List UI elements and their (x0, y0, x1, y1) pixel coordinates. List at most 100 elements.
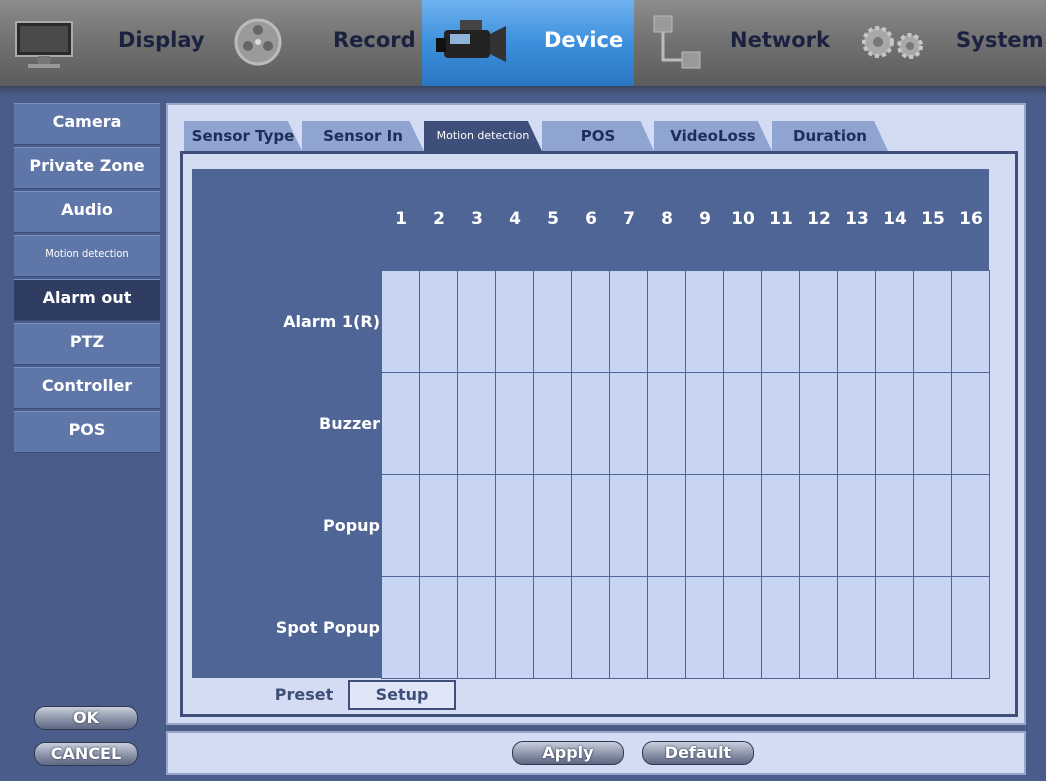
grid-cell[interactable] (647, 270, 686, 373)
grid-cell[interactable] (571, 474, 610, 577)
grid-cell[interactable] (609, 270, 648, 373)
nav-display[interactable]: Display (0, 0, 218, 86)
grid-cell[interactable] (875, 474, 914, 577)
grid-cell[interactable] (837, 372, 876, 475)
nav-device[interactable]: Device (422, 0, 636, 86)
grid-cell[interactable] (571, 576, 610, 679)
tab-motion-detection[interactable]: Motion detection (424, 121, 542, 151)
grid-cell[interactable] (837, 576, 876, 679)
grid-cell[interactable] (381, 474, 420, 577)
nav-network[interactable]: Network (634, 0, 844, 86)
grid-cell[interactable] (495, 372, 534, 475)
grid-cell[interactable] (951, 372, 990, 475)
grid-cell[interactable] (647, 576, 686, 679)
grid-cell[interactable] (951, 270, 990, 373)
grid-cell[interactable] (799, 270, 838, 373)
grid-cell[interactable] (875, 576, 914, 679)
apply-button[interactable]: Apply (512, 741, 624, 765)
grid-cell[interactable] (457, 474, 496, 577)
grid-cell[interactable] (381, 576, 420, 679)
sidebar-item-private-zone[interactable]: Private Zone (14, 147, 160, 189)
grid-cell[interactable] (799, 576, 838, 679)
sidebar-item-camera[interactable]: Camera (14, 103, 160, 145)
grid-cell[interactable] (913, 576, 952, 679)
grid-cell[interactable] (761, 270, 800, 373)
grid-cell[interactable] (495, 576, 534, 679)
grid-cell[interactable] (875, 270, 914, 373)
alarm-out-panel: Sensor Type Sensor In Motion detection P… (166, 103, 1026, 725)
grid-cell[interactable] (419, 576, 458, 679)
grid-cell[interactable] (761, 576, 800, 679)
grid-cell[interactable] (685, 474, 724, 577)
grid-cell[interactable] (723, 372, 762, 475)
grid-cell[interactable] (457, 576, 496, 679)
nav-divider (0, 86, 1046, 96)
grid-cell[interactable] (951, 576, 990, 679)
grid-cell[interactable] (647, 372, 686, 475)
sidebar-item-motion-detection[interactable]: Motion detection (14, 235, 160, 277)
grid-cell[interactable] (723, 270, 762, 373)
grid-cell[interactable] (533, 270, 572, 373)
nav-system[interactable]: System (842, 0, 1046, 86)
sidebar-item-pos[interactable]: POS (14, 411, 160, 453)
grid-cell[interactable] (419, 474, 458, 577)
grid-cell[interactable] (837, 474, 876, 577)
grid-cell[interactable] (875, 372, 914, 475)
grid-cell[interactable] (533, 474, 572, 577)
grid-cell[interactable] (761, 474, 800, 577)
grid-cell[interactable] (761, 372, 800, 475)
grid-cell[interactable] (457, 270, 496, 373)
grid-cell[interactable] (457, 372, 496, 475)
sidebar-item-ptz[interactable]: PTZ (14, 323, 160, 365)
grid-cell[interactable] (799, 372, 838, 475)
grid-cell[interactable] (799, 474, 838, 577)
grid-cell[interactable] (609, 372, 648, 475)
grid-cell[interactable] (723, 576, 762, 679)
grid-cell[interactable] (685, 372, 724, 475)
ok-button[interactable]: OK (34, 706, 138, 730)
grid-cell[interactable] (913, 372, 952, 475)
column-header: 8 (661, 209, 673, 229)
subtab-preset[interactable]: Preset (264, 680, 344, 710)
grid-cell[interactable] (381, 372, 420, 475)
column-header: 6 (585, 209, 597, 229)
tab-duration[interactable]: Duration (772, 121, 888, 151)
tab-pos[interactable]: POS (542, 121, 654, 151)
grid-cell[interactable] (609, 474, 648, 577)
alarm-grid: 1 2 3 4 5 6 7 8 9 10 11 12 13 14 15 16 Alarm 1(R) Buzzer… (192, 169, 990, 679)
grid-cell[interactable] (571, 372, 610, 475)
grid-cell[interactable] (647, 474, 686, 577)
nav-label: Device (544, 28, 624, 52)
sidebar-item-audio[interactable]: Audio (14, 191, 160, 233)
grid-cell[interactable] (951, 474, 990, 577)
grid-cell[interactable] (837, 270, 876, 373)
cancel-button[interactable]: CANCEL (34, 742, 138, 766)
sidebar-item-alarm-out[interactable]: Alarm out (14, 279, 160, 321)
tab-sensor-type[interactable]: Sensor Type (184, 121, 302, 151)
grid-cell[interactable] (723, 474, 762, 577)
row-label: Buzzer (319, 414, 380, 433)
grid-cell[interactable] (571, 270, 610, 373)
column-header: 13 (845, 209, 869, 229)
grid-cell[interactable] (495, 270, 534, 373)
default-button[interactable]: Default (642, 741, 754, 765)
grid-cell[interactable] (495, 474, 534, 577)
grid-cell[interactable] (913, 270, 952, 373)
grid-cell[interactable] (419, 372, 458, 475)
grid-cell[interactable] (419, 270, 458, 373)
sidebar-item-controller[interactable]: Controller (14, 367, 160, 409)
grid-cell[interactable] (381, 270, 420, 373)
grid-cell[interactable] (913, 474, 952, 577)
grid-cell[interactable] (685, 576, 724, 679)
tab-videoloss[interactable]: VideoLoss (654, 121, 772, 151)
grid-cell[interactable] (685, 270, 724, 373)
grid-cell[interactable] (609, 576, 648, 679)
grid-cell[interactable] (533, 372, 572, 475)
subtab-setup[interactable]: Setup (348, 680, 456, 710)
film-reel-icon (234, 18, 282, 66)
row-label: Alarm 1(R) (283, 312, 380, 331)
nav-record[interactable]: Record (216, 0, 424, 86)
grid-cell[interactable] (533, 576, 572, 679)
column-header: 3 (471, 209, 483, 229)
tab-sensor-in[interactable]: Sensor In (302, 121, 424, 151)
